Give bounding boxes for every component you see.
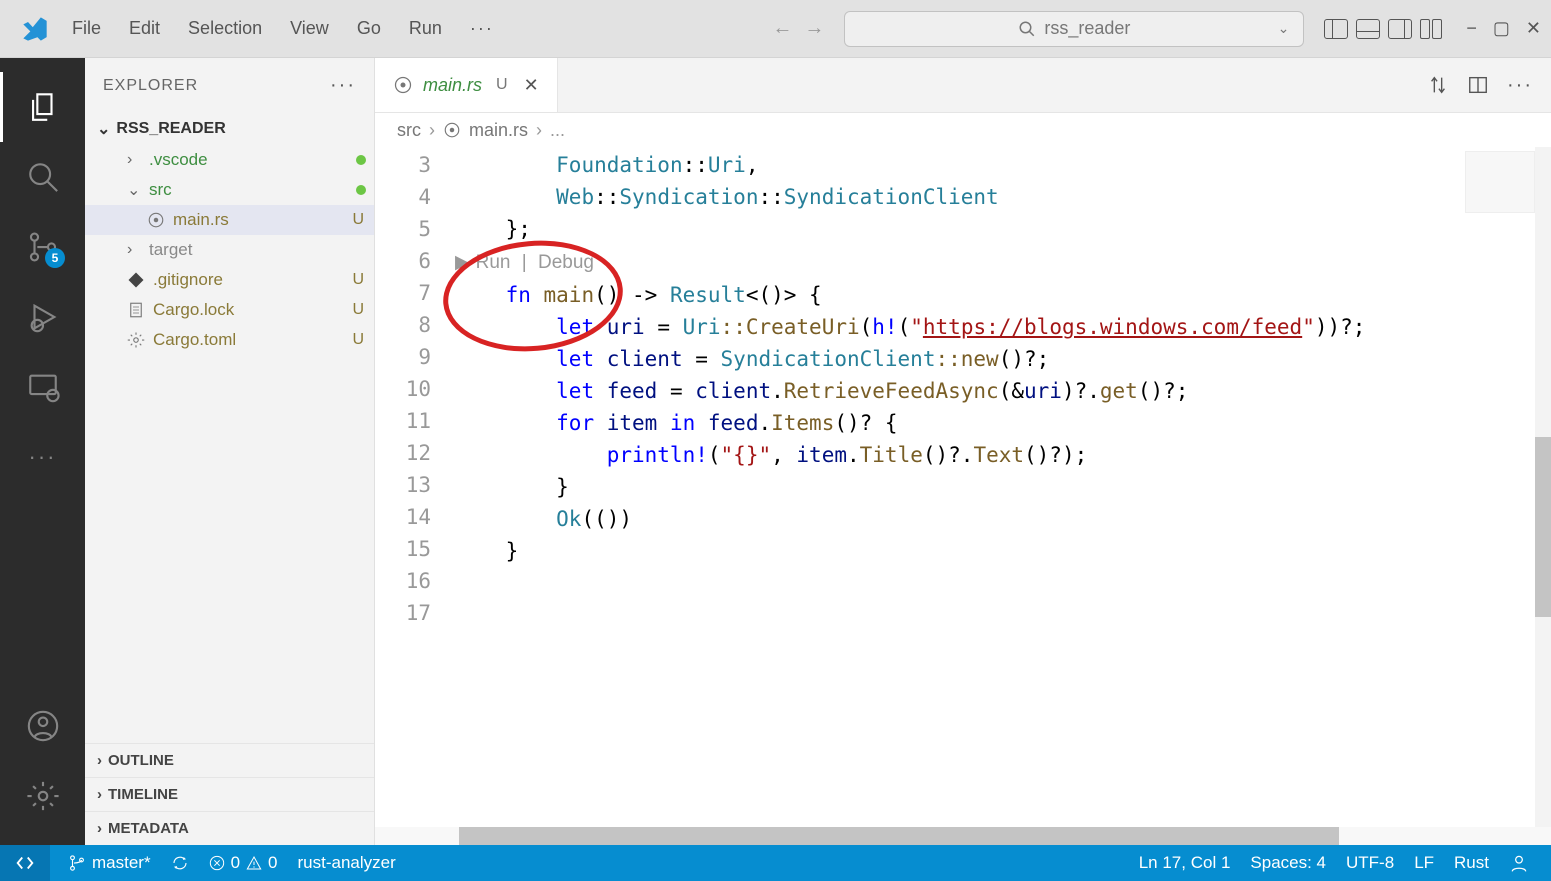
- code-content[interactable]: Foundation::Uri, Web::Syndication::Syndi…: [455, 147, 1551, 827]
- nav-forward-icon[interactable]: →: [804, 17, 824, 40]
- window-controls: − ▢ ✕: [1466, 18, 1541, 39]
- tree-item-Cargo-toml[interactable]: Cargo.tomlU: [85, 325, 374, 355]
- vscode-logo: [10, 15, 60, 43]
- chevron-icon: ›: [127, 151, 141, 169]
- titlebar: File Edit Selection View Go Run ··· ← → …: [0, 0, 1551, 58]
- status-bar: master* 0 0 rust-analyzer Ln 17, Col 1 S…: [0, 845, 1551, 881]
- status-eol[interactable]: LF: [1404, 853, 1444, 873]
- metadata-section[interactable]: ›METADATA: [85, 811, 374, 845]
- untracked-badge: U: [352, 211, 364, 229]
- line-gutter: 34567891011121314151617: [375, 147, 455, 827]
- vertical-scrollbar[interactable]: [1535, 147, 1551, 827]
- chevron-down-icon[interactable]: ⌄: [1278, 20, 1290, 37]
- toggle-secondary-sidebar-icon[interactable]: [1388, 19, 1412, 39]
- minimap[interactable]: [1465, 151, 1535, 213]
- untracked-badge: U: [352, 301, 364, 319]
- untracked-badge: U: [352, 331, 364, 349]
- tree-item-src[interactable]: ⌄src: [85, 175, 374, 205]
- customize-layout-icon[interactable]: [1420, 19, 1446, 39]
- rust-icon: [443, 121, 461, 139]
- modified-dot-icon: [356, 185, 366, 195]
- chevron-icon: ›: [127, 241, 141, 259]
- sidebar-actions-more[interactable]: ···: [330, 74, 356, 97]
- menu-file[interactable]: File: [60, 12, 113, 45]
- close-icon[interactable]: ✕: [1526, 18, 1541, 39]
- codelens-debug[interactable]: Debug: [538, 247, 594, 279]
- modified-dot-icon: [356, 155, 366, 165]
- status-rust-analyzer[interactable]: rust-analyzer: [288, 853, 406, 873]
- activity-run-debug[interactable]: [0, 282, 85, 352]
- remote-window-button[interactable]: [0, 845, 50, 881]
- timeline-section[interactable]: ›TIMELINE: [85, 777, 374, 811]
- git-icon: [127, 271, 145, 289]
- menu-run[interactable]: Run: [397, 12, 454, 45]
- chevron-icon: ⌄: [127, 180, 141, 200]
- horizontal-scrollbar[interactable]: [375, 827, 1551, 845]
- outline-section[interactable]: ›OUTLINE: [85, 743, 374, 777]
- tree-item-target[interactable]: ›target: [85, 235, 374, 265]
- status-language[interactable]: Rust: [1444, 853, 1499, 873]
- file-tree: ⌄ RSS_READER ›.vscode⌄srcmain.rsU›target…: [85, 113, 374, 355]
- tree-item--vscode[interactable]: ›.vscode: [85, 145, 374, 175]
- activity-settings[interactable]: [0, 761, 85, 831]
- status-problems[interactable]: 0 0: [199, 853, 288, 873]
- status-feedback-icon[interactable]: [1499, 853, 1539, 873]
- activity-source-control[interactable]: 5: [0, 212, 85, 282]
- menu-go[interactable]: Go: [345, 12, 393, 45]
- code-editor[interactable]: 34567891011121314151617 Foundation::Uri,…: [375, 147, 1551, 827]
- activity-bar: 5 ···: [0, 58, 85, 845]
- untracked-badge: U: [352, 271, 364, 289]
- breadcrumb[interactable]: src › main.rs › ...: [375, 113, 1551, 147]
- split-editor-icon[interactable]: [1467, 74, 1489, 96]
- menu-edit[interactable]: Edit: [117, 12, 172, 45]
- chevron-down-icon: ⌄: [97, 119, 110, 139]
- activity-more[interactable]: ···: [0, 422, 85, 492]
- editor-more-actions[interactable]: ···: [1507, 74, 1533, 97]
- status-sync[interactable]: [161, 854, 199, 872]
- sidebar-title: EXPLORER: [103, 77, 198, 95]
- rust-icon: [393, 75, 413, 95]
- maximize-icon[interactable]: ▢: [1493, 18, 1510, 39]
- toggle-panel-icon[interactable]: [1356, 19, 1380, 39]
- toggle-primary-sidebar-icon[interactable]: [1324, 19, 1348, 39]
- tree-item--gitignore[interactable]: .gitignoreU: [85, 265, 374, 295]
- tab-main-rs[interactable]: main.rs U ✕: [375, 58, 558, 112]
- status-encoding[interactable]: UTF-8: [1336, 853, 1404, 873]
- editor-group: main.rs U ✕ ··· src › main.rs › ... 3456…: [375, 58, 1551, 845]
- menu-more[interactable]: ···: [458, 12, 506, 45]
- menu-selection[interactable]: Selection: [176, 12, 274, 45]
- tree-item-Cargo-lock[interactable]: Cargo.lockU: [85, 295, 374, 325]
- layout-controls: [1324, 19, 1446, 39]
- activity-remote-explorer[interactable]: [0, 352, 85, 422]
- search-icon: [1018, 20, 1036, 38]
- status-cursor-position[interactable]: Ln 17, Col 1: [1129, 853, 1241, 873]
- activity-explorer[interactable]: [0, 72, 85, 142]
- minimize-icon[interactable]: −: [1466, 18, 1477, 39]
- activity-search[interactable]: [0, 142, 85, 212]
- status-branch[interactable]: master*: [58, 853, 161, 873]
- tree-item-main-rs[interactable]: main.rsU: [85, 205, 374, 235]
- file-icon: [127, 301, 145, 319]
- tree-root[interactable]: ⌄ RSS_READER: [85, 113, 374, 145]
- status-indentation[interactable]: Spaces: 4: [1240, 853, 1336, 873]
- command-center-search[interactable]: rss_reader ⌄: [844, 11, 1304, 47]
- explorer-sidebar: EXPLORER ··· ⌄ RSS_READER ›.vscode⌄srcma…: [85, 58, 375, 845]
- activity-accounts[interactable]: [0, 691, 85, 761]
- nav-back-icon[interactable]: ←: [772, 17, 792, 40]
- menu-view[interactable]: View: [278, 12, 341, 45]
- gear-icon: [127, 331, 145, 349]
- compare-changes-icon[interactable]: [1427, 74, 1449, 96]
- menu-bar: File Edit Selection View Go Run ···: [60, 12, 506, 45]
- tab-close-icon[interactable]: ✕: [524, 75, 539, 96]
- rust-icon: [147, 211, 165, 229]
- scm-badge: 5: [45, 248, 65, 268]
- tab-bar: main.rs U ✕ ···: [375, 58, 1551, 113]
- codelens-run[interactable]: Run: [476, 247, 511, 279]
